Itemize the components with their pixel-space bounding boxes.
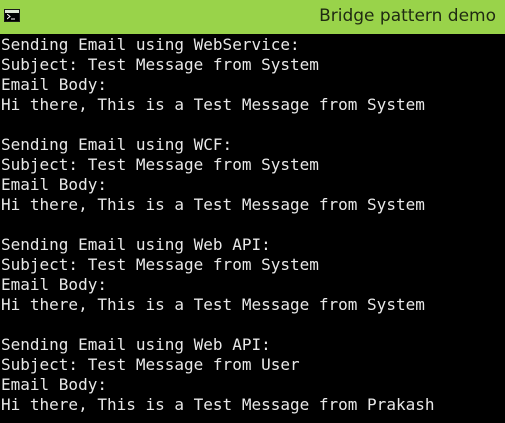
title-bar[interactable]: Bridge pattern demo [0, 0, 505, 34]
console-line: Email Body: [1, 275, 107, 294]
window-title: Bridge pattern demo [319, 6, 496, 26]
console-line: Subject: Test Message from System [1, 255, 319, 274]
console-line: Sending Email using Web API: [1, 335, 271, 354]
console-line: Hi there, This is a Test Message from Pr… [1, 395, 435, 414]
console-output[interactable]: Sending Email using WebService: Subject:… [0, 35, 505, 423]
console-line: Sending Email using WebService: [1, 35, 300, 54]
console-line: Sending Email using WCF: [1, 135, 233, 154]
console-line: Email Body: [1, 175, 107, 194]
console-line: Hi there, This is a Test Message from Sy… [1, 295, 425, 314]
console-line: Hi there, This is a Test Message from Sy… [1, 95, 425, 114]
console-line: Subject: Test Message from System [1, 155, 319, 174]
console-line: Sending Email using Web API: [1, 235, 271, 254]
console-line: Email Body: [1, 75, 107, 94]
console-line: Subject: Test Message from System [1, 55, 319, 74]
console-line: Hi there, This is a Test Message from Sy… [1, 195, 425, 214]
console-line: Email Body: [1, 375, 107, 394]
console-window: Bridge pattern demo Sending Email using … [0, 0, 505, 423]
console-icon[interactable] [4, 9, 20, 22]
console-line: Subject: Test Message from User [1, 355, 300, 374]
